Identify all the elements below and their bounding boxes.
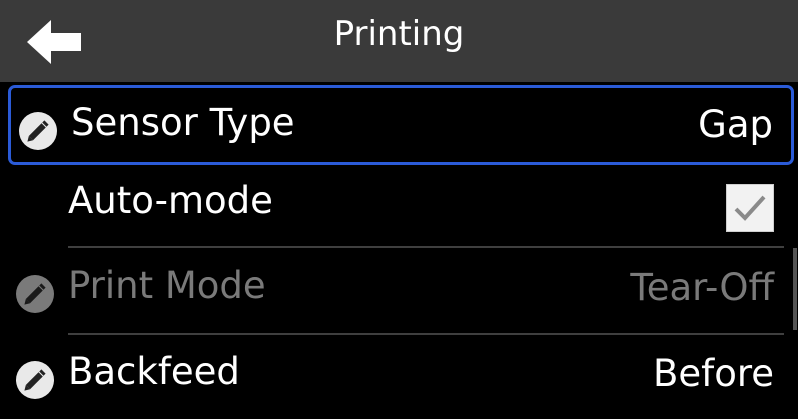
checkmark-icon [734,195,766,221]
setting-value: Gap [698,103,773,146]
pencil-icon [16,275,54,313]
setting-row-sensor-type[interactable]: Sensor Type Gap [8,85,794,165]
setting-value: Before [653,352,774,395]
divider [68,246,784,248]
scrollbar[interactable] [793,248,797,330]
auto-mode-checkbox[interactable] [726,184,774,232]
printing-settings-screen: Printing Sensor Type Gap Auto-mode Print… [0,0,798,419]
pencil-icon [19,112,57,150]
pencil-icon [16,361,54,399]
setting-row-print-mode[interactable]: Print Mode Tear-Off [0,251,798,331]
setting-label: Auto-mode [68,179,273,222]
setting-label: Print Mode [68,264,266,307]
page-title: Printing [333,14,465,54]
setting-row-auto-mode[interactable]: Auto-mode [0,166,798,246]
setting-value: Tear-Off [630,266,774,309]
divider [68,333,784,335]
setting-label: Sensor Type [71,101,295,144]
setting-row-backfeed[interactable]: Backfeed Before [0,337,798,417]
header-bar: Printing [0,0,798,82]
setting-label: Backfeed [68,350,240,393]
